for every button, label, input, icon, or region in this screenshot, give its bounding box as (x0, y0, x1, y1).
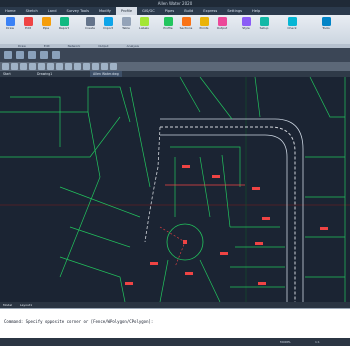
redo-icon[interactable] (28, 51, 36, 59)
draw-icon (5, 17, 15, 26)
open-icon[interactable] (40, 51, 48, 59)
rotate-tool-icon[interactable] (65, 63, 72, 70)
undo-icon[interactable] (16, 51, 24, 59)
polyline-tool-icon[interactable] (11, 63, 18, 70)
labels-button[interactable]: Labels (136, 17, 152, 31)
setup-button[interactable]: Setup (256, 17, 272, 31)
report-icon (59, 17, 69, 26)
create-icon (85, 17, 95, 26)
pipe-icon (41, 17, 51, 26)
tab-settings[interactable]: Settings (222, 7, 247, 15)
profile-button[interactable]: Profile (160, 17, 176, 31)
copy-tool-icon[interactable] (56, 63, 63, 70)
arc-tool-icon[interactable] (29, 63, 36, 70)
import-icon (103, 17, 113, 26)
road-branch (144, 126, 161, 243)
line-tool-icon[interactable] (2, 63, 9, 70)
import-button[interactable]: Import (100, 17, 116, 31)
offset-tool-icon[interactable] (92, 63, 99, 70)
tab-build[interactable]: Build (179, 7, 198, 15)
drawing-canvas[interactable] (0, 77, 350, 302)
points-icon (199, 17, 209, 26)
command-line-text: Command: Specify opposite corner or [Fen… (4, 319, 154, 324)
edit-icon (23, 17, 33, 26)
create-button[interactable]: Create (82, 17, 98, 31)
draw-toolbar (0, 62, 350, 71)
points-button[interactable]: Points (196, 17, 212, 31)
move-tool-icon[interactable] (47, 63, 54, 70)
tab-express[interactable]: Express (198, 7, 222, 15)
sections-button[interactable]: Sections (178, 17, 194, 31)
tab-help[interactable]: Help (247, 7, 265, 15)
save-icon[interactable] (4, 51, 12, 59)
road-edge-outer (160, 118, 304, 302)
tab-profile[interactable]: Profile (115, 7, 138, 15)
tools-button[interactable]: Tools (318, 17, 334, 31)
pipe-button[interactable]: Pipe (38, 17, 54, 31)
output-icon (217, 17, 227, 26)
window-title: Allen Water 2020 (0, 0, 350, 7)
command-line[interactable]: Command: Specify opposite corner or [Fen… (0, 308, 350, 339)
quick-access-bar (0, 48, 350, 62)
report-button[interactable]: Report (56, 17, 72, 31)
tab-modify[interactable]: Modify (94, 7, 116, 15)
tab-gis[interactable]: GIS/GC (137, 7, 160, 15)
labels-icon (139, 17, 149, 26)
extend-tool-icon[interactable] (83, 63, 90, 70)
tab-home[interactable]: Home (0, 7, 21, 15)
table-button[interactable]: Table (118, 17, 134, 31)
lot-lines (0, 77, 346, 302)
print-icon[interactable] (52, 51, 60, 59)
lot-labels (125, 165, 328, 285)
edit-button[interactable]: Edit (20, 17, 36, 31)
layer-tool-icon[interactable] (101, 63, 108, 70)
tab-sketch[interactable]: Sketch (21, 7, 43, 15)
tools-icon (321, 17, 331, 26)
status-scale[interactable]: 1:1 (315, 340, 320, 344)
properties-tool-icon[interactable] (110, 63, 117, 70)
sections-icon (181, 17, 191, 26)
circle-tool-icon[interactable] (20, 63, 27, 70)
road-centerline (160, 126, 296, 302)
output-button[interactable]: Output (214, 17, 230, 31)
check-button[interactable]: Check (284, 17, 300, 31)
table-icon (121, 17, 131, 26)
check-icon (287, 17, 297, 26)
tab-land[interactable]: Land (43, 7, 62, 15)
style-button[interactable]: Style (238, 17, 254, 31)
ribbon-tabs: Home Sketch Land Survey Tools Modify Pro… (0, 7, 350, 15)
style-icon (241, 17, 251, 26)
tab-pipes[interactable]: Pipes (160, 7, 179, 15)
profile-icon (163, 17, 173, 26)
dimension-line (159, 226, 186, 268)
tab-model[interactable]: Model (3, 303, 12, 307)
status-mode[interactable]: MODEL (280, 340, 291, 344)
rectangle-tool-icon[interactable] (38, 63, 45, 70)
tab-survey-tools[interactable]: Survey Tools (62, 7, 95, 15)
trim-tool-icon[interactable] (74, 63, 81, 70)
setup-icon (259, 17, 269, 26)
draw-button[interactable]: Draw (2, 17, 18, 31)
status-bar: MODEL 1:1 (0, 338, 350, 346)
tab-layout1[interactable]: Layout1 (20, 303, 32, 307)
site-plan-drawing (0, 77, 350, 302)
